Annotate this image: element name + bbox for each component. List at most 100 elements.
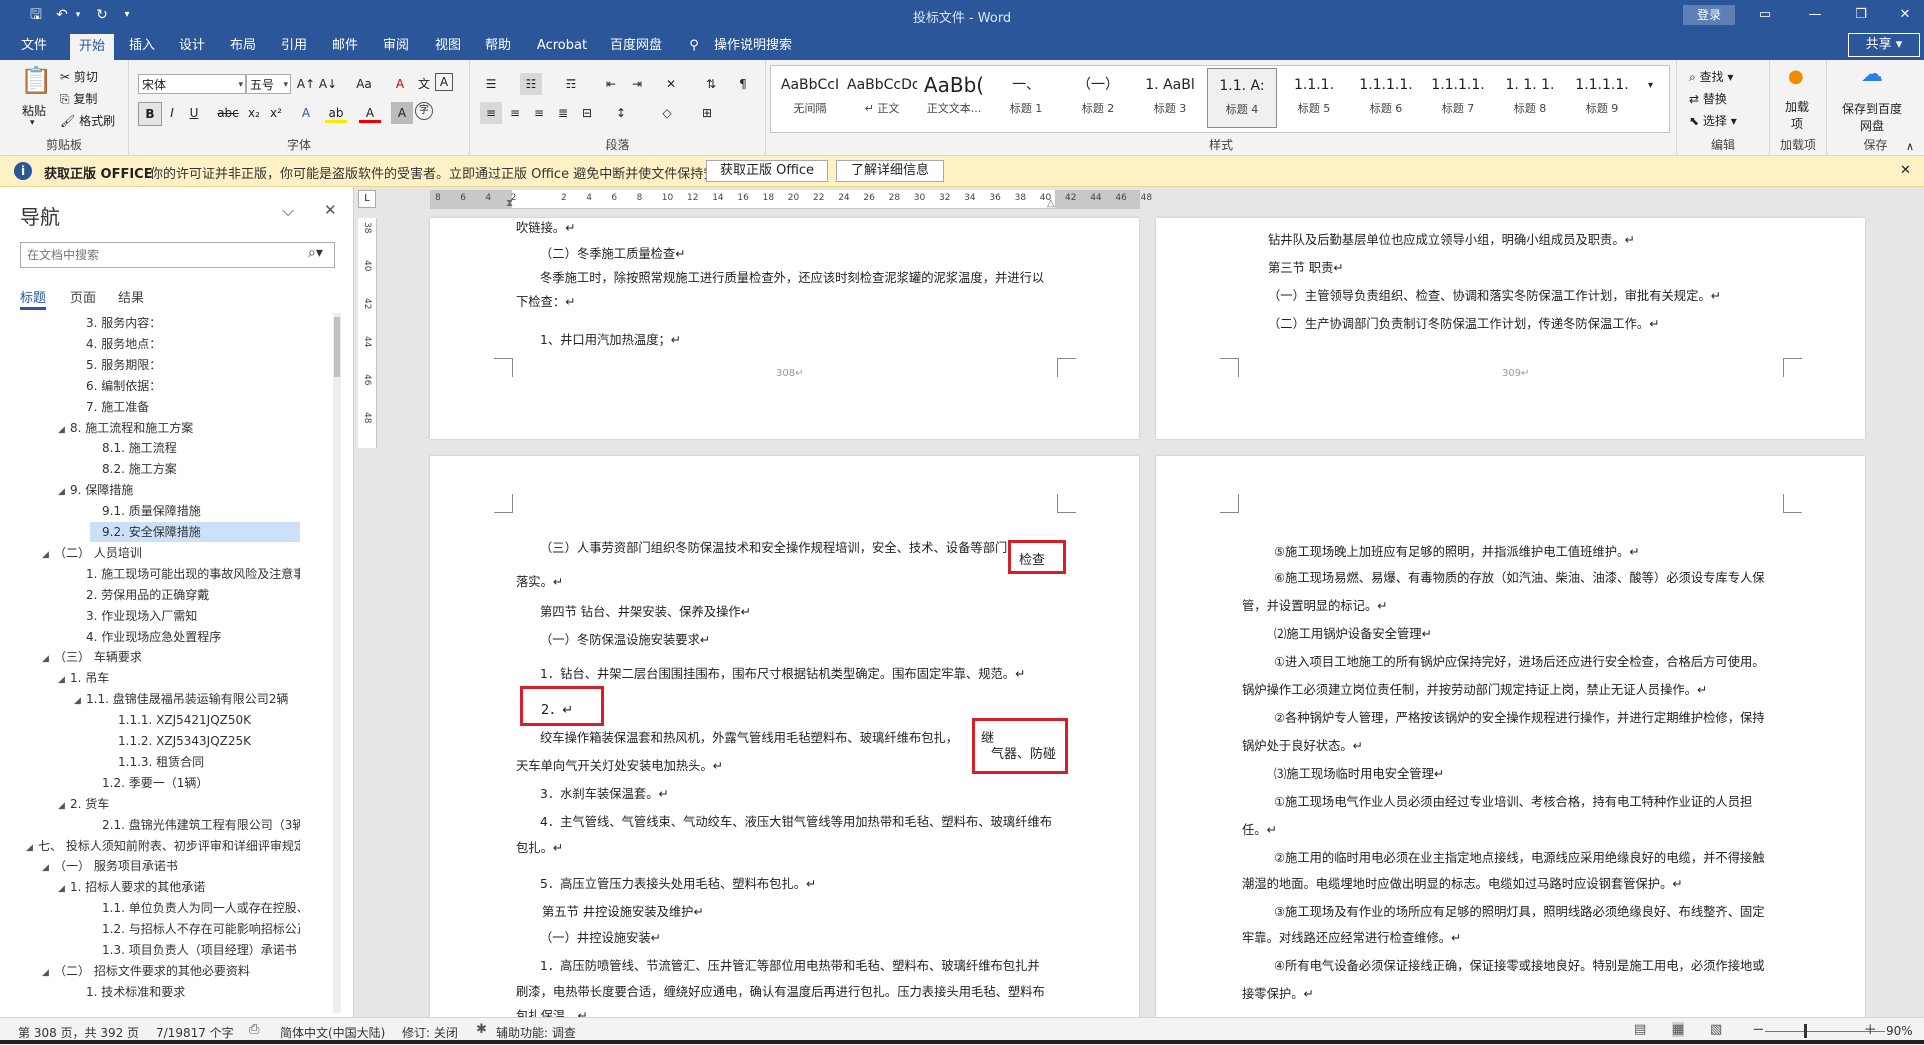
track-changes-status[interactable]: 修订: 关闭 [402, 1024, 458, 1041]
clear-format-icon[interactable]: A [389, 73, 411, 95]
read-mode-icon[interactable]: ▤ [1634, 1022, 1646, 1037]
text-line[interactable]: 潮湿的地面。电缆埋地时应做出明显的标志。电缆如过马路时应设钢套管保护。↵ [1242, 876, 1683, 892]
save-to-baidu-button[interactable]: 保存到百度网盘 [1837, 100, 1907, 134]
char-shading-icon[interactable]: A [391, 102, 413, 124]
accessibility-status[interactable]: 辅助功能: 调查 [496, 1024, 576, 1041]
nav-heading-item[interactable]: 2.1. 盘锦光伟建筑工程有限公司（3辆） [90, 815, 300, 835]
paste-dropdown-icon[interactable]: ▾ [30, 118, 35, 128]
grow-font-icon[interactable]: A↑ [295, 73, 317, 95]
tell-me-search[interactable]: 操作说明搜索 [708, 36, 798, 58]
nav-heading-item[interactable]: 4. 作业现场应急处置程序 [74, 627, 300, 647]
text-line[interactable]: ①施工现场电气作业人员必须由经过专业培训、考核合格，持有电工特种作业证的人员担 [1274, 794, 1752, 810]
baidu-cloud-icon[interactable]: ☁ [1861, 62, 1883, 87]
collapse-triangle-icon[interactable]: ◢ [42, 963, 54, 981]
text-line[interactable]: 锅炉处于良好状态。↵ [1242, 738, 1363, 754]
collapse-triangle-icon[interactable]: ◢ [42, 545, 54, 563]
collapse-triangle-icon[interactable]: ◢ [58, 420, 70, 438]
login-button[interactable]: 登录 [1683, 5, 1735, 25]
text-line[interactable]: ⑥施工现场易燃、易爆、有毒物质的存放（如汽油、柴油、油漆、酸等）必须设专库专人保 [1274, 570, 1765, 586]
nav-heading-item[interactable]: ◢ 七、 投标人须知前附表、初步评审和详细评审规定... [26, 836, 300, 856]
tab-references[interactable]: 引用 [274, 36, 314, 58]
text-line[interactable]: ⑶施工现场临时用电安全管理↵ [1274, 766, 1444, 782]
nav-heading-item[interactable]: 1.1.3. 租赁合同 [106, 752, 300, 772]
bullets-icon[interactable]: ☰ [480, 73, 502, 95]
style-item[interactable]: AaBb(正文文本... [919, 68, 989, 128]
nav-heading-item[interactable]: 3. 服务内容： [74, 313, 300, 333]
style-item[interactable]: 一、 标题 1 [991, 68, 1061, 128]
collapse-triangle-icon[interactable]: ◢ [58, 796, 70, 814]
replace-button[interactable]: ⇄ 替换 [1689, 90, 1727, 107]
style-item[interactable]: AaBbCcI 无间隔 [775, 68, 845, 128]
justify-icon[interactable]: ≣ [552, 102, 574, 124]
text-line[interactable]: ④所有电气设备必须保证接线正确，保证接零或接地良好。特别是施工用电，必须作接地或 [1274, 958, 1765, 974]
nav-heading-item[interactable]: 1.1. 单位负责人为同一人或存在控股、管... [90, 898, 300, 918]
nav-heading-item[interactable]: 7. 施工准备 [74, 397, 300, 417]
tab-file[interactable]: 文件 [14, 36, 54, 58]
chinese-layout-icon[interactable]: ✕ [660, 73, 682, 95]
web-layout-icon[interactable]: ▧ [1710, 1022, 1722, 1037]
proofing-icon[interactable]: ⎙ [249, 1022, 259, 1037]
text-effects-icon[interactable]: A [295, 102, 317, 124]
borders-icon[interactable]: ⊞ [696, 102, 718, 124]
text-line[interactable]: 包扎保温。↵ [516, 1008, 588, 1017]
vertical-ruler[interactable]: 38 40 42 44 46 48 [358, 218, 377, 448]
text-line[interactable]: 天车单向气开关灯处安装电加热头。↵ [516, 758, 723, 774]
zoom-slider-thumb[interactable] [1804, 1024, 1807, 1038]
strikethrough-button[interactable]: abc [215, 102, 241, 124]
text-line[interactable]: 1．高压防喷管线、节流管汇、压井管汇等部位用电热带和毛毡、塑料布、玻璃纤维布包扎… [540, 958, 1040, 974]
text-line[interactable]: （二）冬季施工质量检查↵ [540, 246, 686, 262]
nav-heading-item[interactable]: 3. 作业现场入厂需知 [74, 606, 300, 626]
distribute-icon[interactable]: ⊟ [576, 102, 598, 124]
change-case-icon[interactable]: Aa [349, 73, 379, 95]
nav-heading-item[interactable]: 9.2. 安全保障措施 [90, 522, 300, 542]
print-layout-icon[interactable]: ▦ [1672, 1022, 1685, 1037]
zoom-in-icon[interactable]: + [1864, 1020, 1877, 1038]
font-size-combo[interactable]: 五号 ▾ [246, 74, 291, 94]
collapse-triangle-icon[interactable]: ◢ [42, 649, 54, 667]
annotation-box-item2[interactable]: 2．↵ [520, 686, 604, 726]
multilevel-list-icon[interactable]: ☶ [560, 73, 582, 95]
format-painter-button[interactable]: 🖌 格式刷 [60, 112, 115, 129]
text-line[interactable]: ③施工现场及有作业的场所应有足够的照明灯具，照明线路必须绝缘良好、布线整齐、固定 [1274, 904, 1765, 920]
style-item[interactable]: 1. 1. 1. 标题 8 [1495, 68, 1565, 128]
collapse-triangle-icon[interactable]: ◢ [74, 691, 86, 709]
share-button[interactable]: 共享 ▾ [1848, 33, 1920, 57]
font-color-icon[interactable]: A [359, 102, 381, 123]
nav-heading-item[interactable]: 4. 服务地点： [74, 334, 300, 354]
page-count[interactable]: 第 308 页，共 392 页 [18, 1024, 139, 1041]
text-line[interactable]: 钻井队及后勤基层单位也应成立领导小组，明确小组成员及职责。↵ [1268, 232, 1635, 248]
superscript-button[interactable]: x² [265, 102, 287, 124]
collapse-ribbon-icon[interactable]: ∧ [1906, 140, 1914, 153]
text-line[interactable]: 吹链接。↵ [516, 220, 576, 236]
nav-scrollbar[interactable] [333, 313, 341, 1013]
text-line[interactable]: （三）人事劳资部门组织冬防保温技术和安全操作规程培训，安全、技术、设备等部门 [540, 540, 1007, 556]
tab-mailings[interactable]: 邮件 [325, 36, 365, 58]
tab-layout[interactable]: 布局 [223, 36, 263, 58]
show-marks-icon[interactable]: ¶ [732, 73, 754, 95]
nav-search-input[interactable]: 在文档中搜索 [20, 242, 335, 268]
style-item[interactable]: 1.1. A: 标题 4 [1207, 68, 1277, 128]
underline-button[interactable]: U [183, 102, 205, 124]
gallery-more-icon[interactable]: ▾ [1648, 80, 1653, 91]
copy-button[interactable]: ⎘ 复制 [60, 90, 97, 107]
italic-button[interactable]: I [161, 102, 183, 124]
nav-heading-item[interactable]: 1.2. 与招标人不存在可能影响招标公正性... [90, 919, 300, 939]
text-line[interactable]: （一）冬防保温设施安装要求↵ [540, 632, 710, 648]
horizontal-ruler[interactable]: 8 6 4 2 2 4 6 8 10 12 14 16 18 20 22 24 26 28 30 32 34 36 38 40… [430, 190, 1152, 209]
text-line[interactable]: ⑵施工用锅炉设备安全管理↵ [1274, 626, 1432, 642]
text-line[interactable]: ②施工用的临时用电必须在业主指定地点接线，电源线应采用绝缘良好的电缆，并不得接触 [1274, 850, 1765, 866]
text-line[interactable]: 第三节 职责↵ [1268, 260, 1344, 276]
word-count[interactable]: 7/19817 个字 [156, 1024, 234, 1041]
nav-heading-item[interactable]: 6. 编制依据： [74, 376, 300, 396]
scroll-thumb[interactable] [334, 317, 340, 377]
nav-heading-item[interactable]: ◢ 1.1. 盘锦佳晟福吊装运输有限公司2辆 [74, 689, 300, 709]
text-line[interactable]: 牢靠。对线路还应经常进行检查维修。↵ [1242, 930, 1461, 946]
nav-heading-item[interactable]: 1.1.2. XZJ5343JQZ25K [106, 731, 300, 751]
addin-icon[interactable]: ● [1788, 66, 1804, 87]
text-line[interactable]: 落实。↵ [516, 574, 563, 590]
tab-acrobat[interactable]: Acrobat [532, 36, 592, 58]
nav-heading-item[interactable]: 2. 劳保用品的正确穿戴 [74, 585, 300, 605]
nav-heading-item[interactable]: ◢ （三） 车辆要求 [42, 647, 300, 667]
nav-heading-item[interactable]: ◢ 2. 货车 [58, 794, 300, 814]
annotation-box-components[interactable]: 继气器、防碰 [972, 718, 1068, 774]
